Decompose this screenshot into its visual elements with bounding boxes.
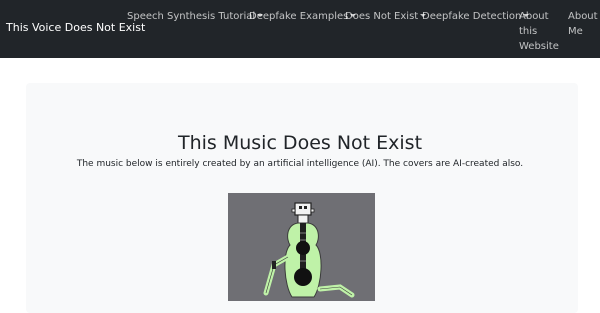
album-cover-image: [228, 193, 375, 301]
nav-item-does-not-exist[interactable]: Does Not Exist: [345, 9, 427, 24]
nav-item-deepfake-examples[interactable]: Deepfake Examples: [249, 9, 357, 24]
page-title: This Music Does Not Exist: [177, 132, 423, 154]
navbar: This Voice Does Not Exist Speech Synthes…: [0, 0, 600, 58]
nav-item-about-this-website[interactable]: About this Website: [519, 9, 559, 54]
page-description: The music below is entirely created by a…: [76, 159, 524, 169]
nav-item-label-line: About: [568, 11, 598, 22]
nav-item-label-line: this: [519, 26, 538, 37]
nav-item-speech-synthesis-tutorial[interactable]: Speech Synthesis Tutorial: [127, 9, 264, 24]
nav-item-deepfake-detection[interactable]: Deepfake Detection: [422, 9, 530, 24]
guitar-figure-illustration: [263, 202, 355, 298]
nav-item-label: Speech Synthesis Tutorial: [127, 11, 256, 22]
nav-item-label-line: Website: [519, 41, 559, 52]
nav-item-label-line: About: [519, 11, 549, 22]
nav-item-label: Does Not Exist: [345, 11, 419, 22]
nav-item-label: Deepfake Detection: [422, 11, 522, 22]
brand-link[interactable]: This Voice Does Not Exist: [6, 20, 145, 35]
nav-item-label: Deepfake Examples: [249, 11, 349, 22]
nav-item-about-me[interactable]: About Me: [568, 9, 598, 39]
nav-item-label-line: Me: [568, 26, 583, 37]
